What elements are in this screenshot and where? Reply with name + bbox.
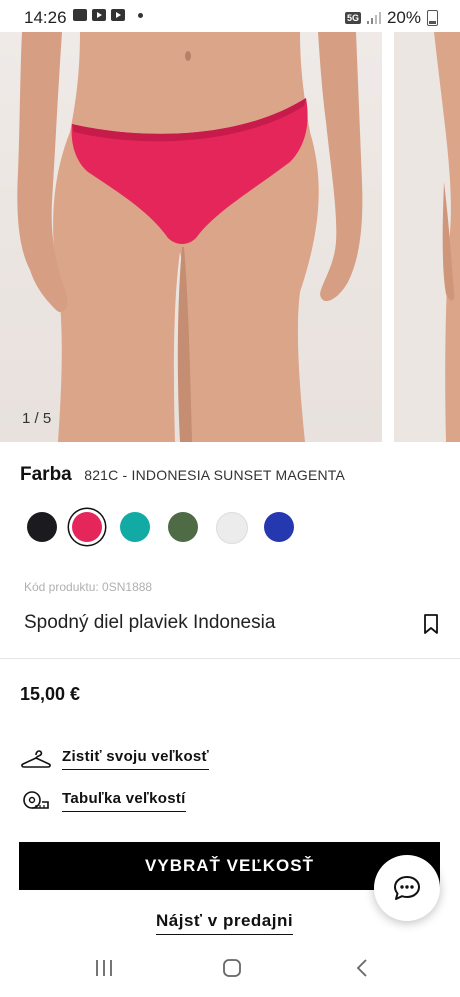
swatch-black[interactable]	[27, 512, 57, 542]
find-size-link[interactable]: Zistiť svoju veľkosť	[20, 748, 210, 770]
chat-button[interactable]	[374, 855, 440, 921]
swatch-magenta[interactable]	[72, 512, 102, 542]
battery-icon	[427, 10, 438, 26]
size-chart-link[interactable]: Tabuľka veľkostí	[20, 789, 186, 813]
notification-dot-icon	[138, 12, 143, 18]
product-gallery[interactable]: 1 / 5	[0, 32, 460, 442]
next-photo-preview	[434, 32, 460, 442]
product-price: 15,00 €	[20, 684, 81, 704]
next-product-photo[interactable]	[394, 32, 460, 442]
swatch-blue[interactable]	[264, 512, 294, 542]
color-swatches	[22, 508, 322, 548]
youtube-icon	[111, 9, 125, 21]
system-navigation-bar	[0, 940, 460, 997]
find-size-label: Zistiť svoju veľkosť	[62, 748, 210, 770]
system-status: 5G 20%	[344, 8, 438, 28]
color-label: Farba	[20, 464, 72, 485]
color-name: 821C - INDONESIA SUNSET MAGENTA	[84, 467, 346, 483]
signal-icon	[366, 12, 381, 24]
status-time: 14:26	[24, 8, 67, 27]
model-illustration	[17, 32, 363, 442]
gallery-pager: 1 / 5	[22, 410, 52, 427]
bookmark-icon[interactable]	[422, 613, 440, 635]
back-icon[interactable]	[352, 958, 372, 983]
size-chart-label: Tabuľka veľkostí	[62, 790, 186, 812]
hanger-icon	[21, 750, 51, 768]
divider	[0, 658, 460, 659]
find-in-store-link[interactable]: Nájsť v predajni	[156, 911, 294, 935]
measuring-tape-icon	[23, 791, 49, 809]
product-title: Spodný diel plaviek Indonesia	[24, 612, 276, 633]
gallery-icon	[73, 9, 87, 21]
gallery-gap	[382, 32, 394, 442]
product-code: Kód produktu: 0SN1888	[24, 580, 153, 594]
product-photo[interactable]: 1 / 5	[0, 32, 382, 442]
youtube-icon	[92, 9, 106, 21]
battery-percent: 20%	[386, 8, 421, 27]
network-type: 5G	[344, 12, 361, 24]
swatch-white[interactable]	[216, 512, 248, 544]
swatch-teal[interactable]	[120, 512, 150, 542]
chat-icon	[394, 876, 420, 900]
recent-apps-icon[interactable]	[94, 958, 114, 983]
swatch-green[interactable]	[168, 512, 198, 542]
home-icon[interactable]	[222, 958, 242, 983]
status-bar: 14:26 5G 20%	[0, 0, 460, 32]
notification-icons	[73, 9, 143, 21]
color-selector-header: Farba 821C - INDONESIA SUNSET MAGENTA	[20, 464, 345, 486]
